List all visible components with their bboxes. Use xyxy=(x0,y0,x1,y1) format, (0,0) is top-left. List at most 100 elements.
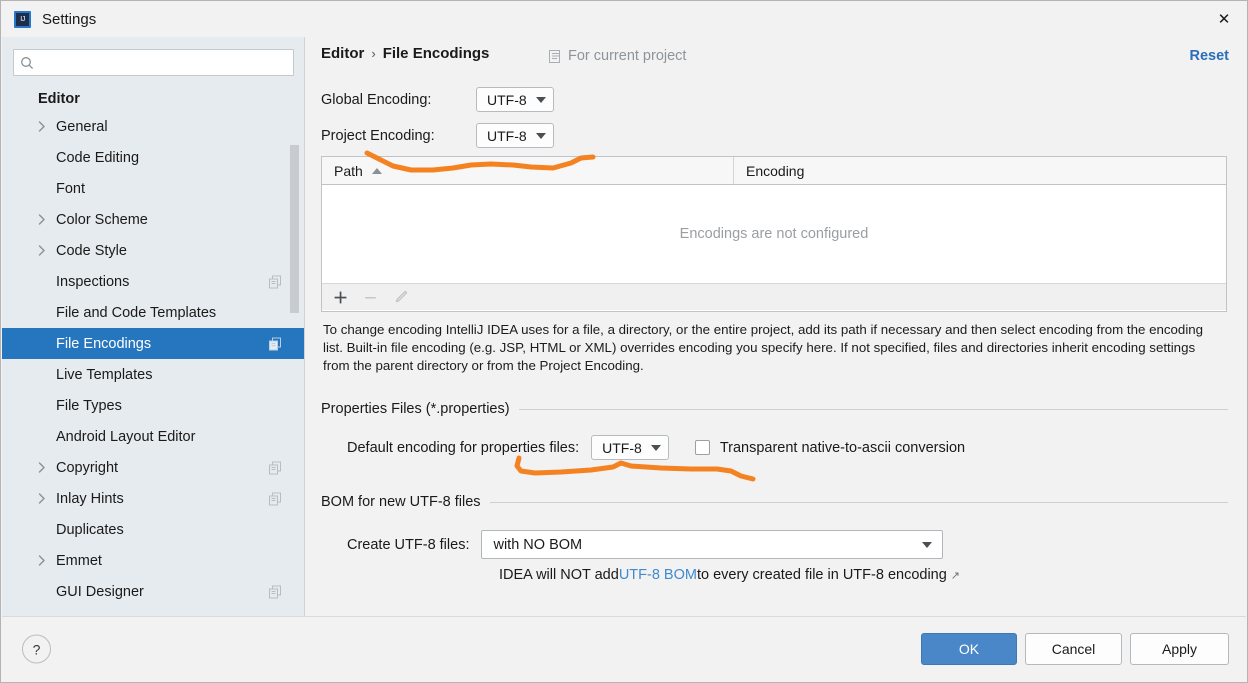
sidebar-item-general[interactable]: General xyxy=(2,111,304,142)
chevron-right-icon[interactable] xyxy=(38,111,56,142)
bom-hint-prefix: IDEA will NOT add xyxy=(499,567,619,583)
global-encoding-value: UTF-8 xyxy=(487,91,527,108)
help-button[interactable]: ? xyxy=(22,634,51,664)
settings-sidebar: Editor General Code Editing Font Color Sche… xyxy=(2,37,304,619)
chevron-down-icon xyxy=(535,132,546,139)
sidebar-item-label: Code Style xyxy=(56,242,127,259)
edit-button xyxy=(393,284,423,310)
ok-button[interactable]: OK xyxy=(921,633,1017,665)
dialog-footer: ? OK Cancel Apply xyxy=(2,616,1246,681)
chevron-right-icon[interactable] xyxy=(38,452,56,483)
settings-tree: Editor General Code Editing Font Color Sche… xyxy=(2,86,304,607)
sidebar-item-android-layout-editor[interactable]: Android Layout Editor xyxy=(2,421,304,452)
sidebar-item-label: General xyxy=(56,118,108,135)
breadcrumb-separator: › xyxy=(371,46,376,61)
external-link-icon[interactable]: ↗ xyxy=(951,569,960,582)
title-bar: Settings ✕ xyxy=(1,1,1247,37)
create-utf8-dropdown[interactable]: with NO BOM xyxy=(481,530,944,559)
sidebar-item-file-encodings[interactable]: File Encodings xyxy=(2,328,304,359)
settings-dialog: Settings ✕ Editor General Code Editing Fon… xyxy=(0,0,1248,683)
sidebar-item-file-and-code-templates[interactable]: File and Code Templates xyxy=(2,297,304,328)
utf8-bom-link[interactable]: UTF-8 BOM xyxy=(619,567,697,583)
sidebar-item-inspections[interactable]: Inspections xyxy=(2,266,304,297)
sidebar-item-label: File Types xyxy=(56,397,122,414)
sidebar-item-inlay-hints[interactable]: Inlay Hints xyxy=(2,483,304,514)
create-utf8-row: Create UTF-8 files: with NO BOM xyxy=(347,530,944,559)
chevron-right-icon[interactable] xyxy=(38,545,56,576)
sidebar-scrollbar-thumb[interactable] xyxy=(290,145,299,313)
table-header: Path Encoding xyxy=(322,157,1226,185)
window-title: Settings xyxy=(42,10,97,28)
chevron-down-icon xyxy=(650,444,661,451)
table-toolbar xyxy=(322,283,1226,310)
sidebar-item-label: Android Layout Editor xyxy=(56,428,196,445)
global-encoding-dropdown[interactable]: UTF-8 xyxy=(476,87,554,112)
close-icon[interactable]: ✕ xyxy=(1201,1,1247,37)
tree-root-editor[interactable]: Editor xyxy=(2,86,304,111)
encodings-description: To change encoding IntelliJ IDEA uses fo… xyxy=(323,322,1204,373)
sidebar-item-label: Font xyxy=(56,180,86,197)
column-header-encoding[interactable]: Encoding xyxy=(734,157,1226,184)
add-button[interactable] xyxy=(333,284,363,310)
sidebar-item-font[interactable]: Font xyxy=(2,173,304,204)
sidebar-item-emmet[interactable]: Emmet xyxy=(2,545,304,576)
project-encoding-value: UTF-8 xyxy=(487,127,527,144)
column-header-path[interactable]: Path xyxy=(322,157,734,184)
group-divider xyxy=(518,408,1228,410)
search-icon xyxy=(14,50,40,75)
apply-button[interactable]: Apply xyxy=(1130,633,1229,665)
sidebar-item-gui-designer[interactable]: GUI Designer xyxy=(2,576,304,607)
search-input[interactable] xyxy=(40,50,287,75)
bom-hint-row: IDEA will NOT add UTF-8 BOM to every cre… xyxy=(499,567,960,583)
project-level-badge-icon xyxy=(269,337,282,350)
column-header-encoding-label: Encoding xyxy=(746,162,805,179)
transparent-conversion-checkbox[interactable] xyxy=(694,440,710,455)
bom-group-title: BOM for new UTF-8 files xyxy=(321,494,481,510)
sidebar-item-file-types[interactable]: File Types xyxy=(2,390,304,421)
project-level-badge-icon xyxy=(269,585,282,598)
table-empty-state: Encodings are not configured xyxy=(322,185,1226,283)
properties-encoding-row: Default encoding for properties files: U… xyxy=(347,435,965,460)
column-header-path-label: Path xyxy=(334,162,363,179)
sidebar-item-live-templates[interactable]: Live Templates xyxy=(2,359,304,390)
properties-encoding-dropdown[interactable]: UTF-8 xyxy=(591,435,669,460)
cancel-button[interactable]: Cancel xyxy=(1025,633,1122,665)
search-box[interactable] xyxy=(13,49,294,76)
sidebar-item-label: Inspections xyxy=(56,273,130,290)
breadcrumb-parent[interactable]: Editor xyxy=(321,45,364,62)
create-utf8-label: Create UTF-8 files: xyxy=(347,536,470,553)
minus-icon xyxy=(365,296,376,298)
reset-link[interactable]: Reset xyxy=(1190,48,1230,64)
sidebar-item-code-editing[interactable]: Code Editing xyxy=(2,142,304,173)
sidebar-item-duplicates[interactable]: Duplicates xyxy=(2,514,304,545)
intellij-idea-icon xyxy=(14,10,31,28)
sidebar-item-label: Live Templates xyxy=(56,366,153,383)
group-divider xyxy=(489,501,1228,503)
chevron-right-icon[interactable] xyxy=(38,483,56,514)
plus-icon xyxy=(334,291,347,303)
sidebar-item-copyright[interactable]: Copyright xyxy=(2,452,304,483)
bom-group-header: BOM for new UTF-8 files xyxy=(321,494,1228,510)
settings-content: Editor › File Encodings For current proj… xyxy=(305,37,1246,619)
properties-files-group-title: Properties Files (*.properties) xyxy=(321,401,510,417)
sidebar-item-code-style[interactable]: Code Style xyxy=(2,235,304,266)
sidebar-item-color-scheme[interactable]: Color Scheme xyxy=(2,204,304,235)
sidebar-item-label: Code Editing xyxy=(56,149,140,166)
sidebar-item-label: Color Scheme xyxy=(56,211,148,228)
project-scope-label: For current project xyxy=(568,48,687,64)
project-encoding-dropdown[interactable]: UTF-8 xyxy=(476,123,554,148)
chevron-right-icon[interactable] xyxy=(38,204,56,235)
sort-ascending-icon xyxy=(371,167,382,174)
chevron-down-icon xyxy=(535,96,546,103)
properties-encoding-label: Default encoding for properties files: xyxy=(347,439,580,456)
chevron-right-icon[interactable] xyxy=(38,235,56,266)
properties-encoding-value: UTF-8 xyxy=(602,439,642,456)
bom-hint-suffix: to every created file in UTF-8 encoding xyxy=(696,567,947,583)
